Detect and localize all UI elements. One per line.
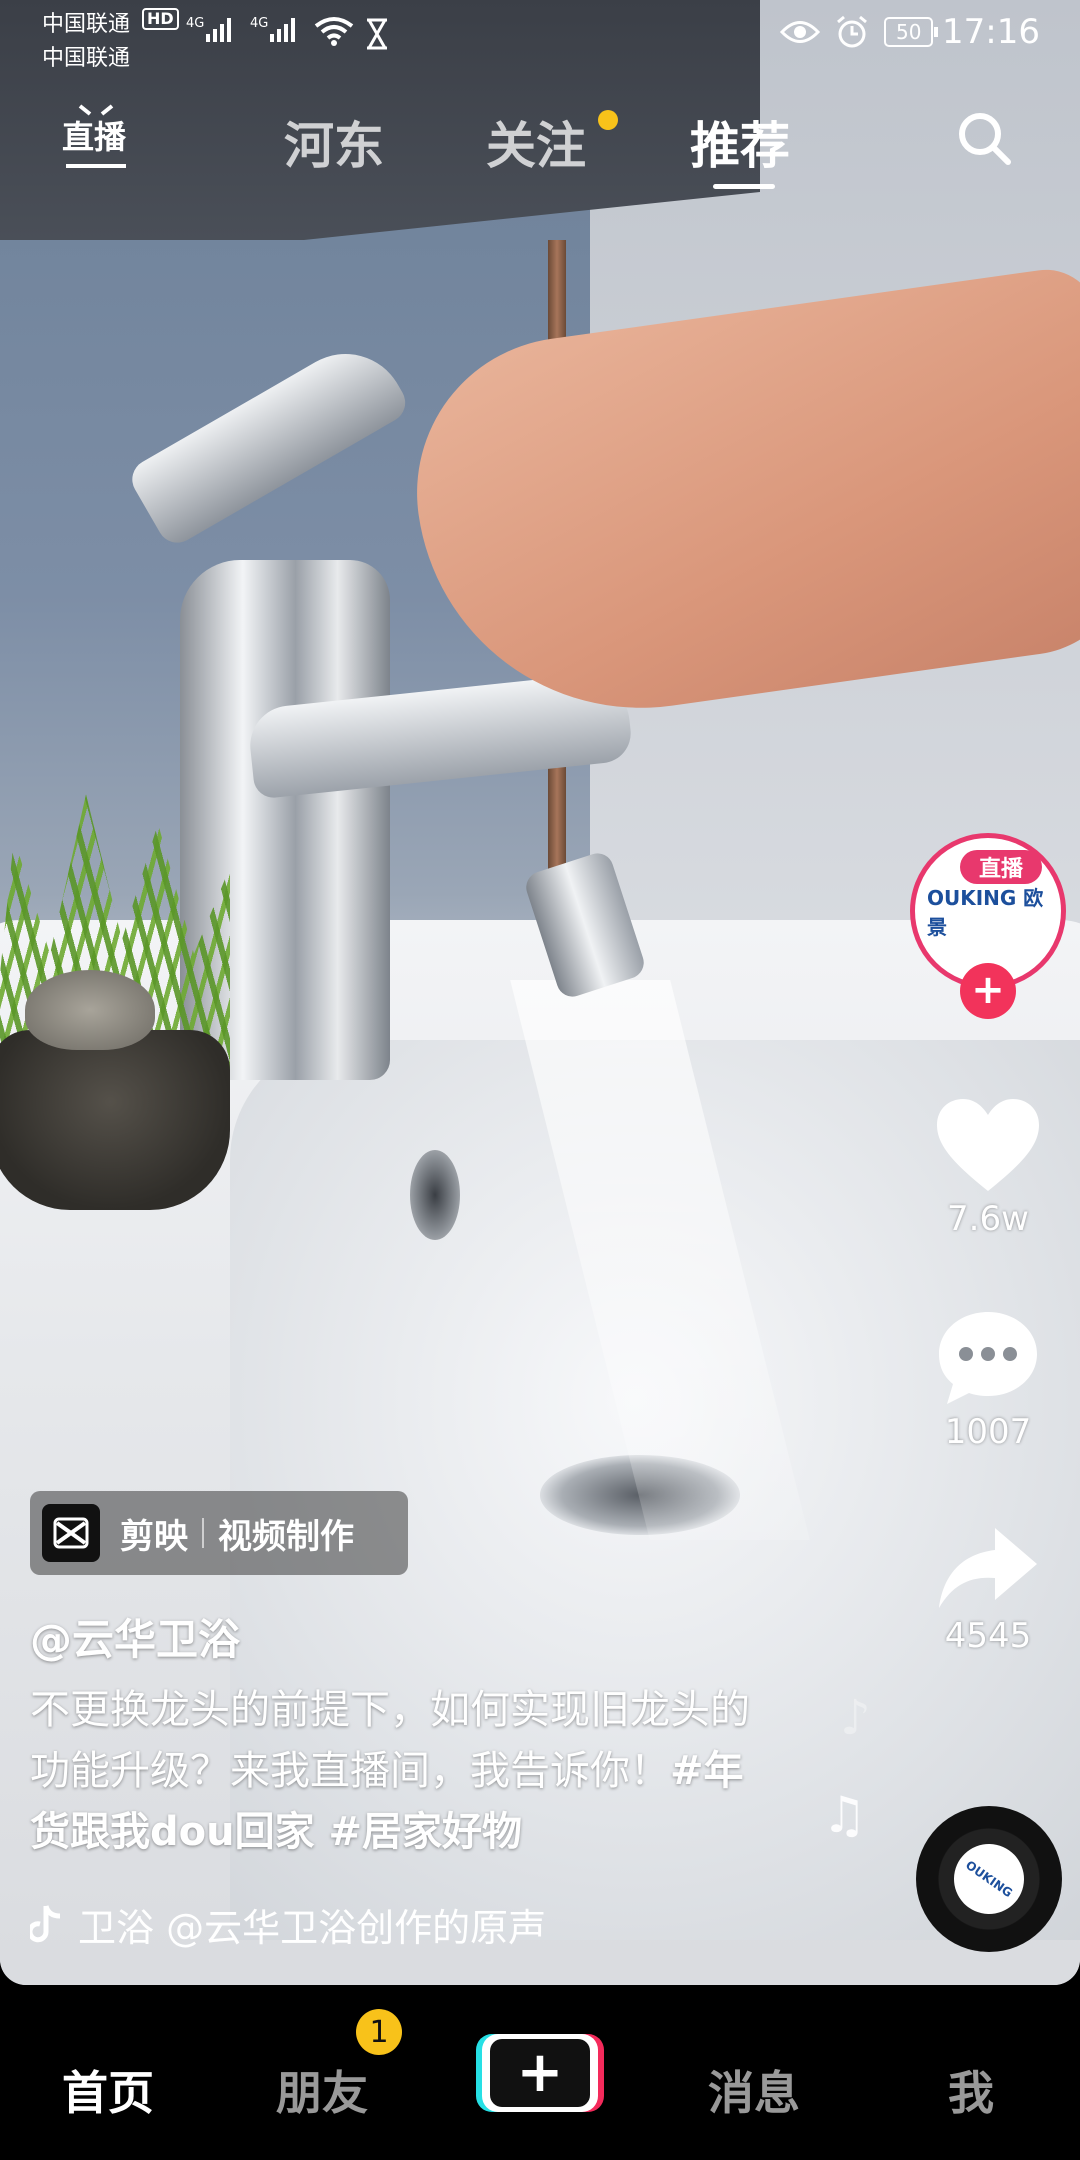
nav-friends[interactable]: 朋友 xyxy=(276,2057,368,2123)
video-faucet-handle xyxy=(125,332,413,550)
badge-divider xyxy=(202,1518,204,1548)
nav-messages[interactable]: 消息 xyxy=(708,2057,800,2123)
like-button[interactable]: 7.6w xyxy=(920,1095,1056,1239)
create-button[interactable]: + xyxy=(482,2034,598,2112)
carrier-name: 中国联通 xyxy=(42,12,131,37)
tab-hedong[interactable]: 河东 xyxy=(284,106,384,178)
hd-icon: HD xyxy=(142,8,179,30)
video-rock xyxy=(25,970,155,1050)
alarm-icon xyxy=(837,15,867,48)
share-button[interactable]: 4545 xyxy=(920,1522,1056,1656)
status-icons-right: 50 xyxy=(780,14,939,50)
music-disc[interactable]: OUKING xyxy=(916,1806,1062,1952)
video-description[interactable]: 不更换龙头的前提下，如何实现旧龙头的功能升级？来我直播间，我告诉你！#年货跟我d… xyxy=(30,1680,760,1863)
nav-me[interactable]: 我 xyxy=(948,2057,994,2123)
capcut-icon xyxy=(42,1504,100,1562)
signal-icon xyxy=(206,18,231,42)
search-icon[interactable] xyxy=(954,108,1014,168)
music-note-faded-icon: ♪ xyxy=(840,1690,871,1746)
friends-badge: 1 xyxy=(356,2009,402,2055)
carrier-name-secondary: 中国联通 xyxy=(42,46,131,71)
status-bar: 中国联通 中国联通 HD 4G 4G 50 17:16 xyxy=(0,0,1080,71)
music-title: 卫浴 @云华卫浴创作的原声 xyxy=(78,1905,547,1950)
clock: 17:16 xyxy=(942,12,1040,52)
following-new-dot xyxy=(598,110,618,130)
live-entry-button[interactable]: 直播 xyxy=(60,100,132,172)
signal-icon-secondary xyxy=(270,18,295,42)
heart-icon xyxy=(937,1099,1039,1191)
network-type: 4G xyxy=(186,16,205,31)
music-ticker[interactable]: 卫浴 @云华卫浴创作的原声 xyxy=(30,1896,590,1952)
tiktok-note-icon xyxy=(30,1905,61,1943)
share-count: 4545 xyxy=(944,1616,1032,1656)
live-entry-label: 直播 xyxy=(62,118,127,156)
nav-home[interactable]: 首页 xyxy=(62,2057,154,2123)
comment-button[interactable]: 1007 xyxy=(920,1308,1056,1452)
disc-cover: OUKING xyxy=(940,1830,1038,1928)
comment-icon xyxy=(939,1312,1037,1404)
active-tab-indicator xyxy=(713,184,775,189)
hourglass-icon xyxy=(367,18,387,50)
bottom-nav: 首页 朋友 1 + 消息 我 xyxy=(0,1985,1080,2160)
tab-recommend[interactable]: 推荐 xyxy=(690,106,790,178)
tab-following[interactable]: 关注 xyxy=(486,106,586,178)
app-description: 视频制作 xyxy=(218,1516,354,1557)
app-name: 剪映 xyxy=(120,1516,188,1557)
music-note-icon: ♫ xyxy=(822,1786,867,1844)
top-nav: 直播 河东 关注 推荐 xyxy=(0,100,1080,190)
battery-icon: 50 xyxy=(884,17,939,47)
comment-count: 1007 xyxy=(944,1412,1032,1452)
video-pot xyxy=(0,1030,230,1210)
video-overflow-hole xyxy=(410,1150,460,1240)
like-count: 7.6w xyxy=(947,1199,1029,1239)
app-source-badge[interactable]: 剪映 视频制作 xyxy=(30,1491,408,1575)
author-name[interactable]: @云华卫浴 xyxy=(30,1606,240,1667)
eye-icon xyxy=(780,21,820,43)
wifi-icon xyxy=(314,17,354,46)
follow-button[interactable]: + xyxy=(960,963,1016,1019)
share-icon xyxy=(939,1528,1037,1608)
capcut-logo-icon xyxy=(53,1517,89,1549)
live-badge: 直播 xyxy=(960,850,1042,884)
plus-icon: + xyxy=(490,2039,590,2107)
description-text: 不更换龙头的前提下，如何实现旧龙头的功能升级？来我直播间，我告诉你！ xyxy=(30,1687,750,1794)
network-type-secondary: 4G xyxy=(250,16,269,31)
